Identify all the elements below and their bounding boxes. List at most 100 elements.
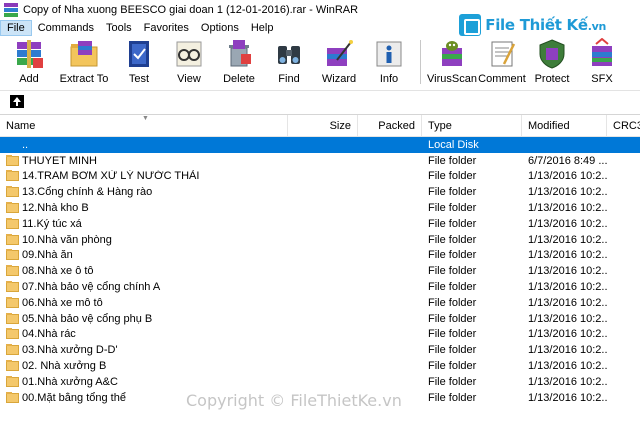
column-type[interactable]: Type (422, 115, 522, 137)
table-row[interactable]: 07.Nhà bảo vệ cổng chính A File folder 1/1… (0, 279, 640, 295)
extract-to-label: Extract To (59, 73, 109, 85)
find-button[interactable]: Find (264, 36, 314, 86)
table-row[interactable]: 11.Ký túc xá File folder 1/13/2016 10:2... (0, 216, 640, 232)
test-button[interactable]: Test (114, 36, 164, 86)
file-name-cell: 04.Nhà rác (0, 328, 288, 340)
delete-label: Delete (223, 73, 255, 85)
table-row[interactable]: 09.Nhà ăn File folder 1/13/2016 10:2... (0, 248, 640, 264)
file-name: 10.Nhà văn phòng (22, 233, 112, 246)
virusscan-button[interactable]: VirusScan (427, 36, 477, 86)
file-type-cell: File folder (428, 202, 477, 215)
protect-shield-icon (539, 39, 565, 69)
add-label: Add (19, 73, 39, 85)
watermark-copyright: Copyright © FileThietKe.vn (186, 391, 402, 410)
file-name-cell: .. (0, 139, 288, 151)
file-type-cell: File folder (428, 312, 477, 325)
column-packed[interactable]: Packed (358, 115, 422, 137)
file-list: Name ▼ Size Packed Type Modified CRC32 .… (0, 114, 640, 422)
wizard-label: Wizard (321, 73, 357, 85)
menu-favorites[interactable]: Favorites (138, 20, 195, 36)
file-type-cell: File folder (428, 391, 477, 404)
folder-icon (6, 186, 19, 198)
menu-commands[interactable]: Commands (32, 20, 100, 36)
table-row[interactable]: 03.Nhà xưởng D-D' File folder 1/13/2016 10… (0, 342, 640, 358)
file-name-cell: 09.Nhà ăn (0, 249, 288, 261)
wizard-button[interactable]: Wizard (314, 36, 364, 86)
table-row[interactable]: .. Local Disk (0, 137, 640, 153)
file-modified-cell: 1/13/2016 10:2... (528, 265, 607, 278)
protect-button[interactable]: Protect (527, 36, 577, 86)
folder-icon (6, 202, 19, 214)
folder-icon (6, 217, 19, 229)
find-label: Find (278, 73, 300, 85)
file-modified-cell: 1/13/2016 10:2... (528, 296, 607, 309)
table-row[interactable]: 01.Nhà xưởng A&C File folder 1/13/2016 10:… (0, 374, 640, 390)
menu-options[interactable]: Options (195, 20, 245, 36)
folder-icon (6, 249, 19, 261)
column-size[interactable]: Size (288, 115, 358, 137)
table-row[interactable]: 02. Nhà xưởng B File folder 1/13/2016 10:2… (0, 358, 640, 374)
list-body: .. Local Disk THUYET MINH File folder 6/7/20… (0, 137, 640, 406)
path-bar (0, 90, 640, 112)
file-name-cell: 08.Nhà xe ô tô (0, 265, 288, 277)
winrar-app-icon (4, 3, 18, 17)
extract-to-button[interactable]: Extract To (54, 36, 114, 86)
folder-icon (6, 312, 19, 324)
file-modified-cell: 1/13/2016 10:2... (528, 328, 607, 341)
file-modified-cell: 1/13/2016 10:2... (528, 249, 607, 262)
file-name: 01.Nhà xưởng A&C (22, 375, 118, 388)
column-crc32[interactable]: CRC32 (607, 115, 640, 137)
folder-icon (6, 360, 19, 372)
test-label: Test (128, 73, 150, 85)
file-name-cell: 06.Nhà xe mô tô (0, 296, 288, 309)
file-type-cell: File folder (428, 281, 477, 294)
file-name: 08.Nhà xe ô tô (22, 265, 94, 278)
table-row[interactable]: 10.Nhà văn phòng File folder 1/13/2016 10:… (0, 232, 640, 248)
sfx-button[interactable]: SFX (577, 36, 627, 86)
extract-folder-icon (70, 41, 98, 67)
file-type-cell: File folder (428, 249, 477, 262)
table-row[interactable]: 14.TRAM BƠM XỬ LÝ NƯỚC THẢI File folder 1/… (0, 169, 640, 185)
table-row[interactable]: 05.Nhà bảo vệ cổng phụ B File folder 1/13/… (0, 311, 640, 327)
info-button[interactable]: Info (364, 36, 414, 86)
file-name-cell: 05.Nhà bảo vệ cổng phụ B (0, 312, 288, 325)
table-row[interactable]: 04.Nhà rác File folder 1/13/2016 10:2... (0, 327, 640, 343)
menu-bar: File Commands Tools Favorites Options He… (0, 20, 640, 36)
toolbar: Add Extract To Test View Delete Find Wiz… (0, 36, 640, 88)
delete-button[interactable]: Delete (214, 36, 264, 86)
file-name-cell: 12.Nhà kho B (0, 202, 288, 214)
file-modified-cell: 1/13/2016 10:2... (528, 217, 607, 230)
file-name: 06.Nhà xe mô tô (22, 296, 103, 309)
add-button[interactable]: Add (4, 36, 54, 86)
table-row[interactable]: THUYET MINH File folder 6/7/2016 8:49 ... (0, 153, 640, 169)
file-type-cell: File folder (428, 186, 477, 199)
view-glasses-icon (176, 41, 202, 67)
file-modified-cell: 1/13/2016 10:2... (528, 391, 607, 404)
file-name-cell: THUYET MINH (0, 154, 288, 167)
file-modified-cell: 1/13/2016 10:2... (528, 360, 607, 373)
menu-tools[interactable]: Tools (100, 20, 138, 36)
file-name: 09.Nhà ăn (22, 249, 73, 262)
table-row[interactable]: 08.Nhà xe ô tô File folder 1/13/2016 10:2.… (0, 263, 640, 279)
file-type-cell: File folder (428, 328, 477, 341)
view-button[interactable]: View (164, 36, 214, 86)
file-name: 14.TRAM BƠM XỬ LÝ NƯỚC THẢI (22, 170, 200, 183)
file-modified-cell: 1/13/2016 10:2... (528, 281, 607, 294)
table-row[interactable]: 12.Nhà kho B File folder 1/13/2016 10:2... (0, 200, 640, 216)
folder-icon (6, 296, 19, 308)
up-one-level-icon[interactable] (10, 95, 24, 108)
file-type-cell: File folder (428, 233, 477, 246)
file-name: 05.Nhà bảo vệ cổng phụ B (22, 312, 153, 325)
column-modified[interactable]: Modified (522, 115, 607, 137)
file-name-cell: 10.Nhà văn phòng (0, 233, 288, 246)
comment-button[interactable]: Comment (477, 36, 527, 86)
sfx-label: SFX (591, 73, 613, 85)
sort-indicator-icon: ▼ (142, 115, 149, 122)
file-name: 02. Nhà xưởng B (22, 360, 107, 373)
table-row[interactable]: 13.Cổng chính & Hàng rào File folder 1/13/… (0, 184, 640, 200)
menu-help[interactable]: Help (245, 20, 280, 36)
table-row[interactable]: 06.Nhà xe mô tô File folder 1/13/2016 10:2… (0, 295, 640, 311)
file-name-cell: 02. Nhà xưởng B (0, 360, 288, 372)
menu-file[interactable]: File (0, 20, 32, 36)
file-name-cell: 14.TRAM BƠM XỬ LÝ NƯỚC THẢI (0, 170, 288, 182)
